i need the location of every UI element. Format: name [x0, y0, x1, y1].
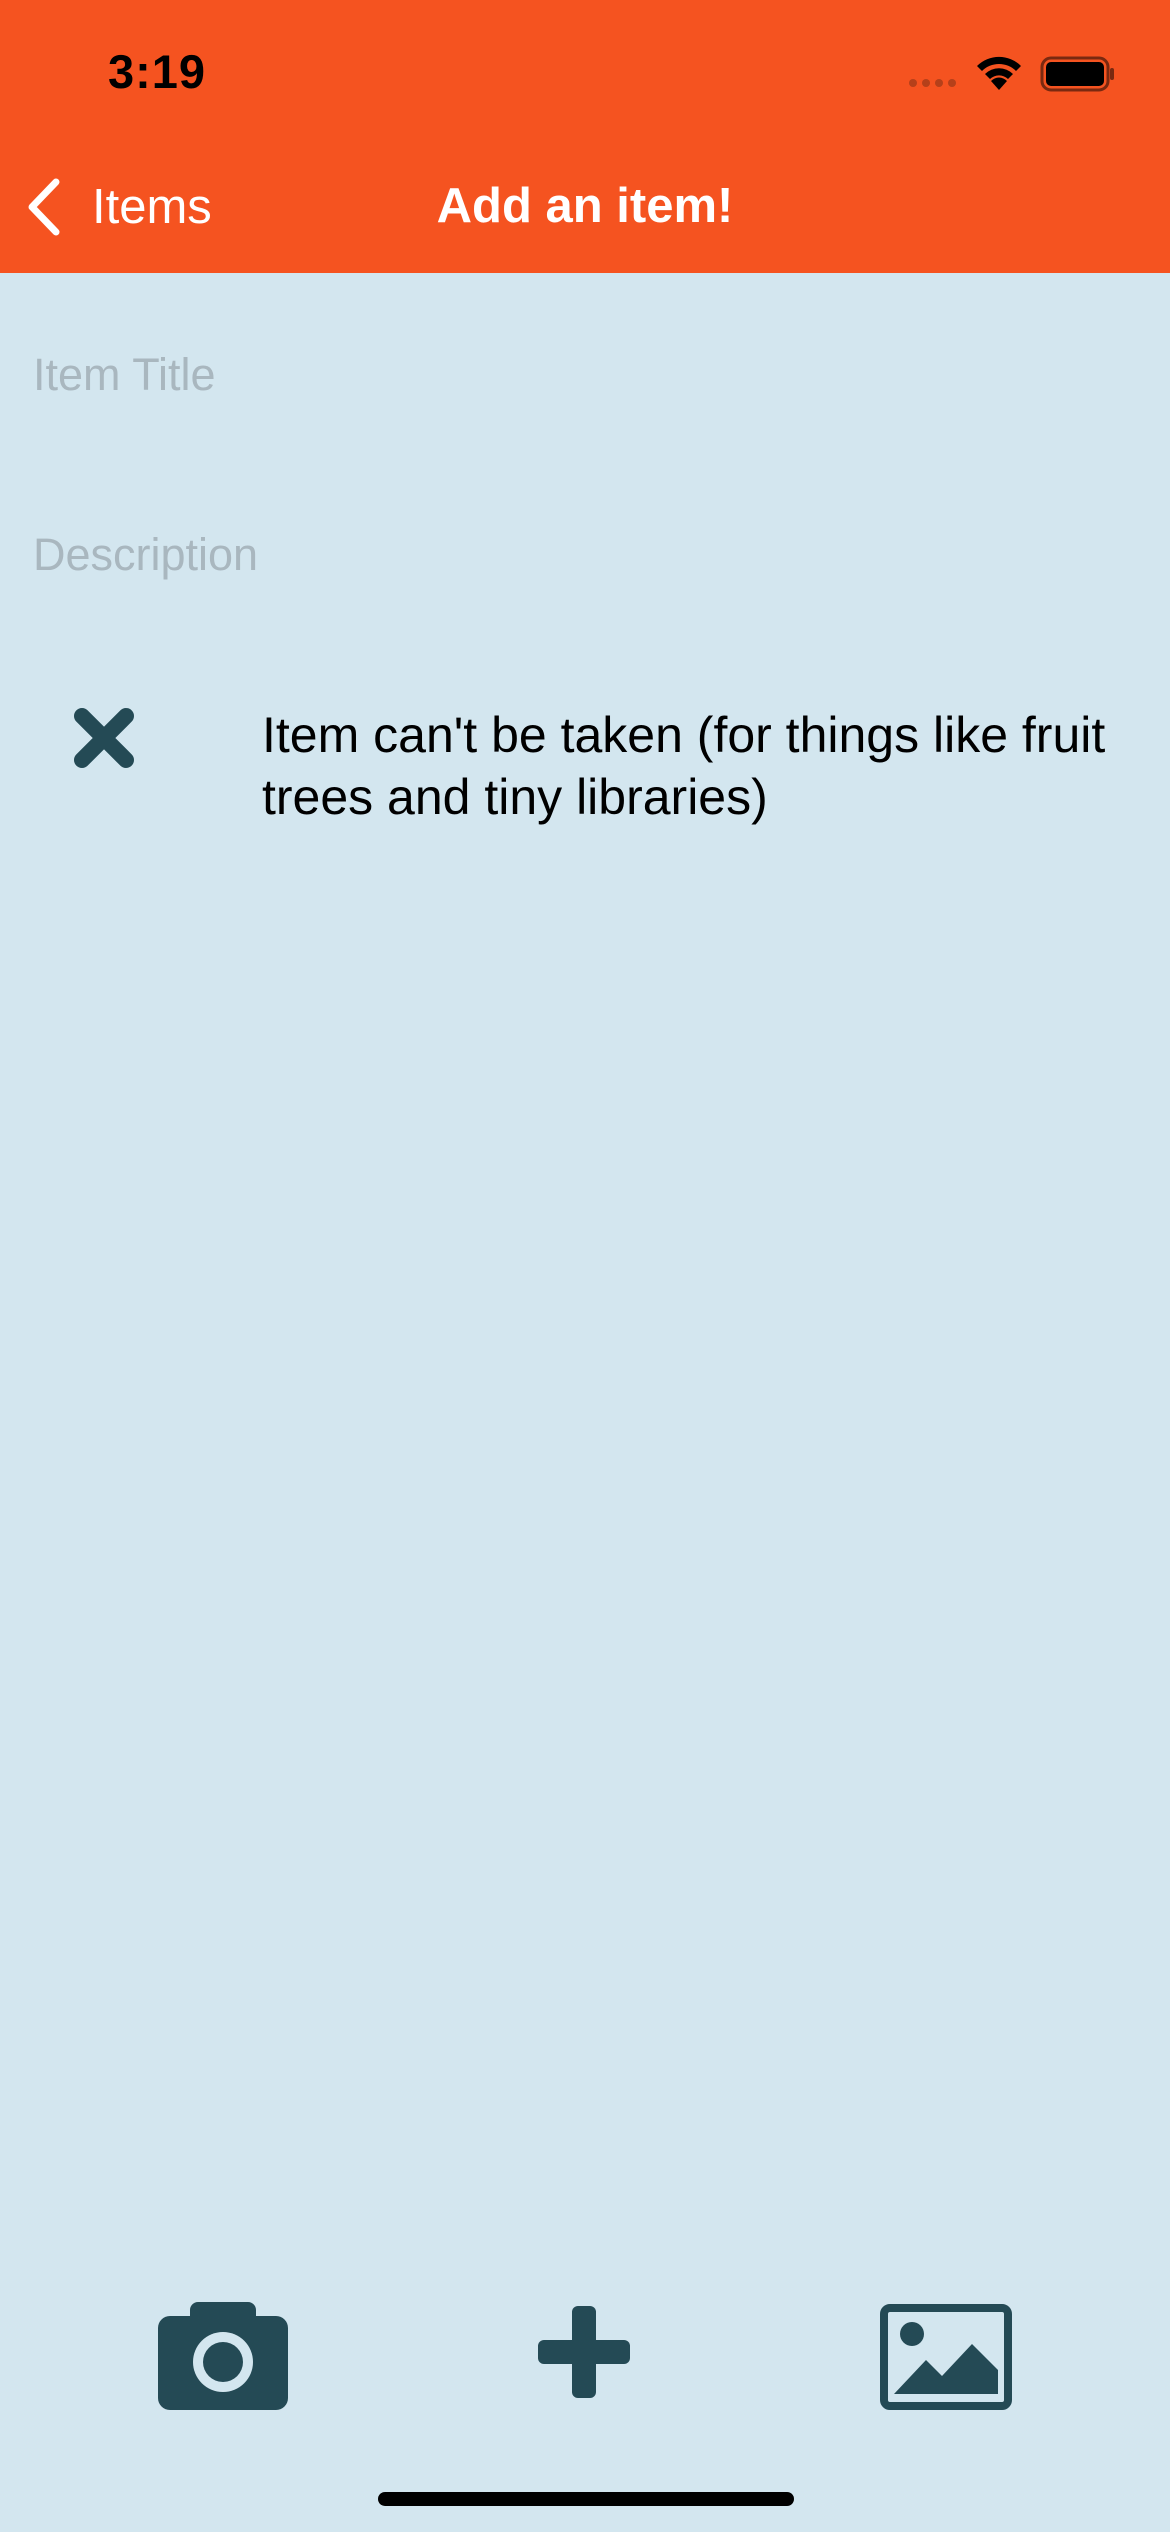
- camera-icon[interactable]: [156, 2296, 290, 2412]
- image-icon[interactable]: [880, 2304, 1012, 2410]
- item-title-input[interactable]: [33, 345, 1133, 405]
- cant-be-taken-label: Item can't be taken (for things like fru…: [262, 707, 1106, 825]
- page-title: Add an item!: [436, 179, 734, 233]
- status-time: 3:19: [108, 45, 207, 98]
- home-indicator: [378, 2492, 794, 2506]
- description-input[interactable]: [33, 525, 1133, 585]
- cant-be-taken-toggle-row[interactable]: Item can't be taken (for things like fru…: [0, 690, 1170, 840]
- nav-header: 3:19 Items Add an item!: [0, 0, 1170, 273]
- plus-icon[interactable]: [536, 2304, 632, 2400]
- battery-icon: [1040, 56, 1114, 92]
- x-mark-icon[interactable]: [72, 706, 136, 770]
- cellular-signal-icon: [909, 79, 956, 87]
- bottom-toolbar: [0, 2290, 1170, 2420]
- wifi-icon: [977, 56, 1021, 90]
